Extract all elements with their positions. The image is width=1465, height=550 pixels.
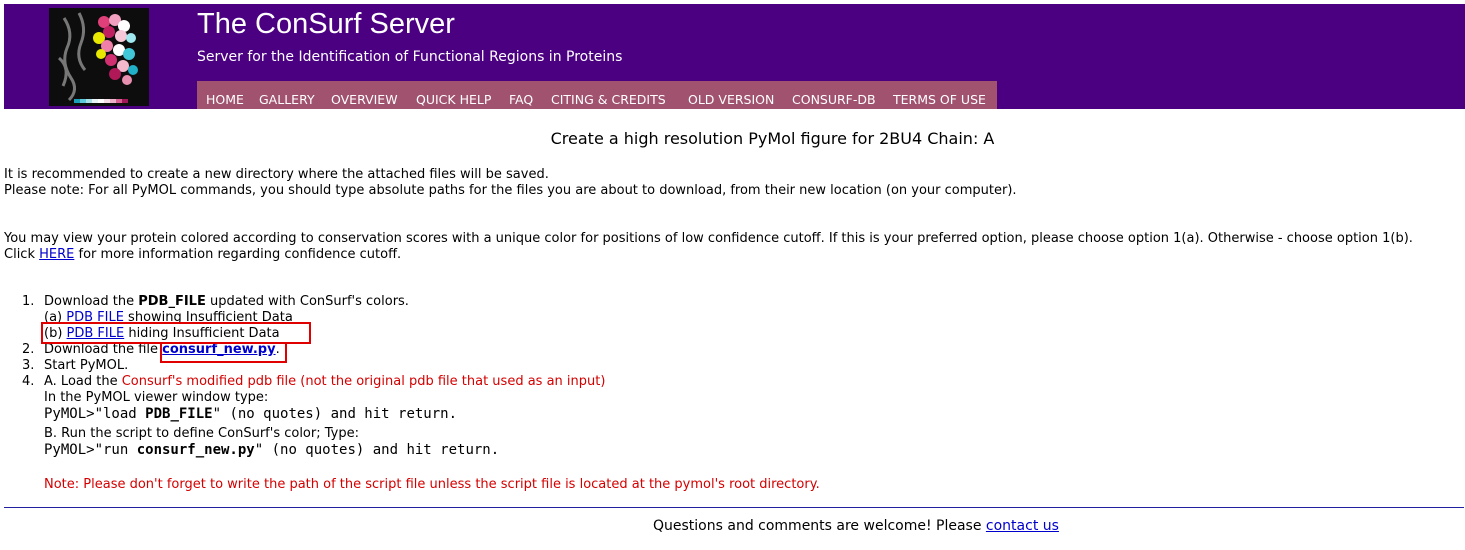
cutoff-text-1: You may view your protein colored accord… xyxy=(4,231,1413,246)
step-1: Download the PDB_FILE updated with ConSu… xyxy=(44,294,409,309)
step-number-1: 1. xyxy=(22,294,35,309)
step-number-2: 2. xyxy=(22,342,35,357)
protein-structure-logo xyxy=(49,8,149,106)
step-4b: B. Run the script to define ConSurf's co… xyxy=(44,426,359,441)
pymol-run-command: PyMOL>"run consurf_new.py" (no quotes) a… xyxy=(44,442,500,458)
nav-old-version[interactable]: OLD VERSION xyxy=(688,92,774,107)
step-4a: A. Load the Consurf's modified pdb file … xyxy=(44,374,606,389)
page-title: Create a high resolution PyMol figure fo… xyxy=(550,129,995,148)
here-link[interactable]: HERE xyxy=(39,247,74,262)
intro-text-2: Please note: For all PyMOL commands, you… xyxy=(4,183,1017,198)
main-nav: HOME GALLERY OVERVIEW QUICK HELP FAQ CIT… xyxy=(197,81,997,109)
step-3: Start PyMOL. xyxy=(44,358,129,373)
step-4-viewer-text: In the PyMOL viewer window type: xyxy=(44,390,269,405)
script-path-note: Note: Please don't forget to write the p… xyxy=(44,477,820,492)
pymol-load-command: PyMOL>"load PDB_FILE" (no quotes) and hi… xyxy=(44,406,458,422)
intro-text-1: It is recommended to create a new direct… xyxy=(4,167,549,182)
footer: Questions and comments are welcome! Plea… xyxy=(653,518,1059,534)
nav-gallery[interactable]: GALLERY xyxy=(259,92,315,107)
nav-home[interactable]: HOME xyxy=(206,92,244,107)
nav-quick-help[interactable]: QUICK HELP xyxy=(416,92,491,107)
site-header: The ConSurf Server Server for the Identi… xyxy=(4,4,1465,109)
site-title: The ConSurf Server xyxy=(197,8,455,40)
nav-faq[interactable]: FAQ xyxy=(509,92,533,107)
cutoff-text-2: Click HERE for more information regardin… xyxy=(4,247,402,262)
site-subtitle: Server for the Identification of Functio… xyxy=(197,49,623,65)
step-number-4: 4. xyxy=(22,374,35,389)
nav-citing-credits[interactable]: CITING & CREDITS xyxy=(551,92,666,107)
highlight-box-option-b xyxy=(41,322,311,344)
nav-overview[interactable]: OVERVIEW xyxy=(331,92,398,107)
step-number-3: 3. xyxy=(22,358,35,373)
highlight-box-consurf-file xyxy=(160,342,287,363)
nav-terms-of-use[interactable]: TERMS OF USE xyxy=(893,92,986,107)
nav-consurf-db[interactable]: CONSURF-DB xyxy=(792,92,876,107)
contact-us-link[interactable]: contact us xyxy=(986,518,1059,534)
footer-divider xyxy=(4,507,1464,508)
